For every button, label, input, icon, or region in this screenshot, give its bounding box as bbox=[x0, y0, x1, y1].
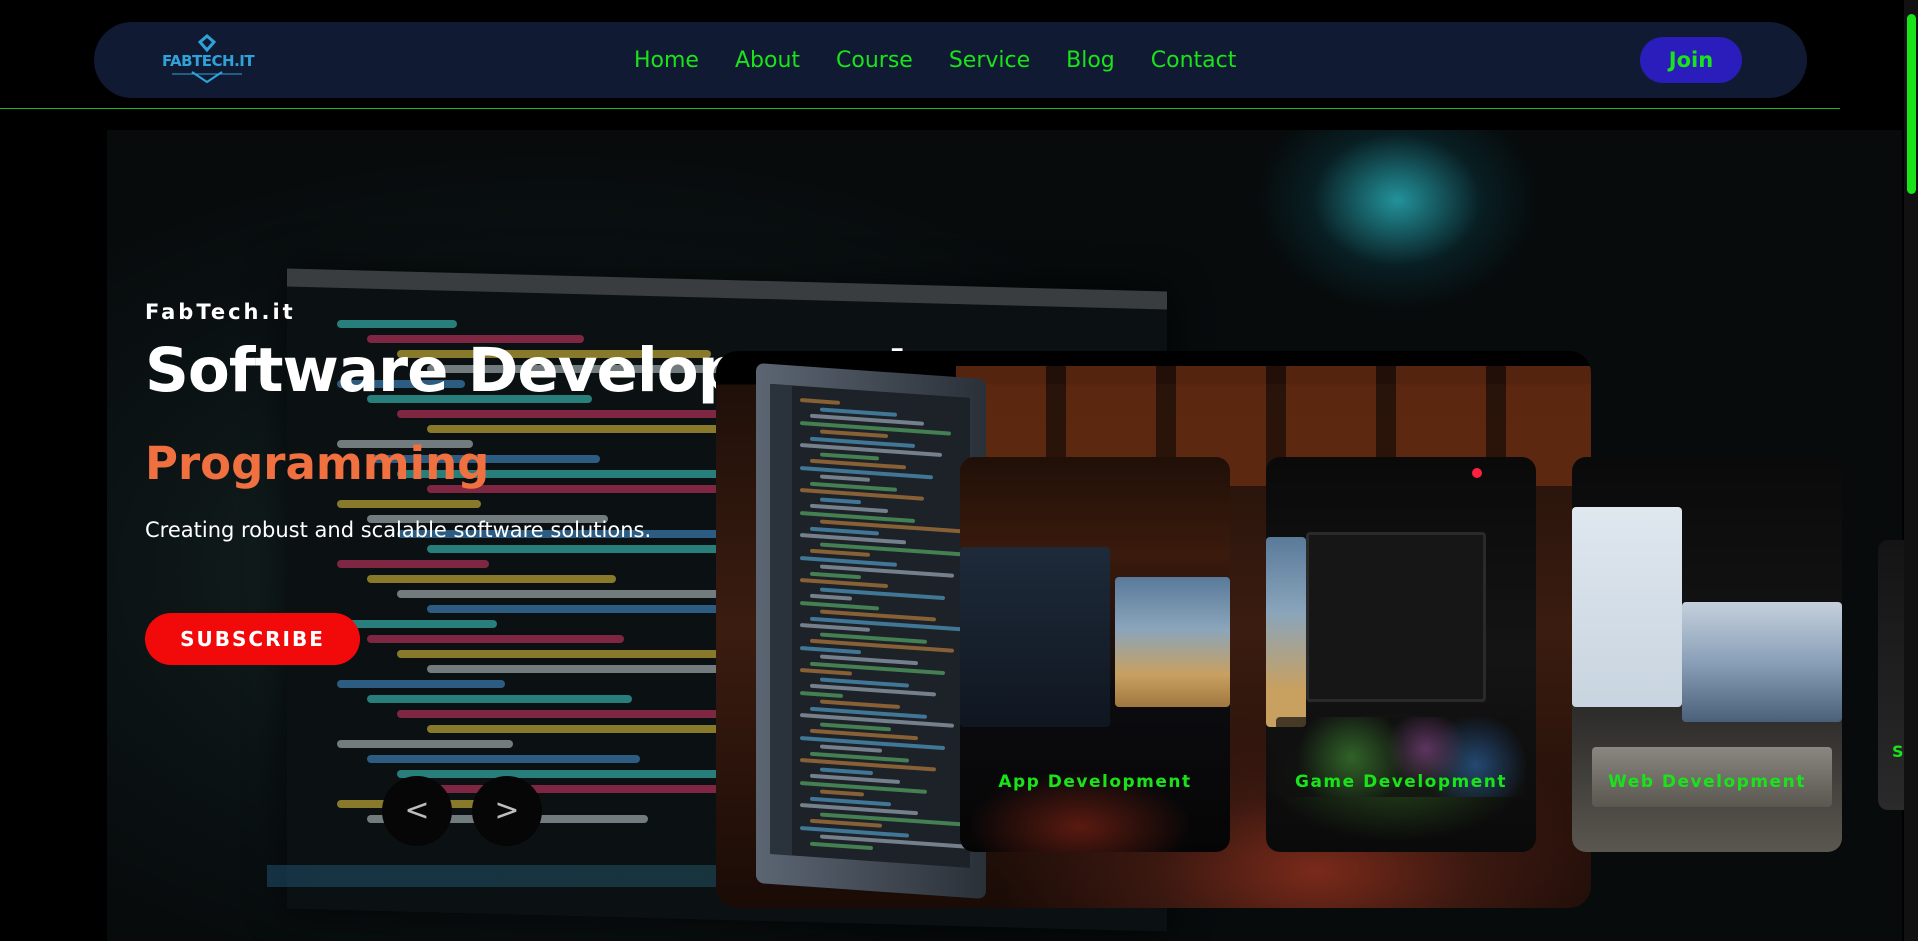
ide-code-texture bbox=[800, 555, 897, 567]
hero-description: Creating robust and scalable software so… bbox=[145, 518, 652, 542]
ide-code-texture bbox=[800, 398, 840, 405]
card-landscape-image bbox=[1682, 602, 1842, 722]
ide-code-texture bbox=[820, 429, 888, 439]
ide-code-texture bbox=[820, 766, 873, 775]
ide-code-texture bbox=[800, 488, 924, 501]
card-label: Game Development bbox=[1295, 772, 1507, 792]
card-monitor-image bbox=[1572, 507, 1682, 707]
nav-link-home[interactable]: Home bbox=[634, 48, 699, 73]
ide-code-texture bbox=[800, 533, 906, 545]
code-line-texture bbox=[397, 410, 719, 418]
code-line-texture bbox=[337, 680, 505, 688]
ide-code-texture bbox=[800, 623, 870, 632]
code-line-texture bbox=[397, 650, 751, 658]
ide-sidebar bbox=[770, 383, 792, 856]
hero-subtitle: Programming bbox=[145, 437, 490, 490]
nav-link-about[interactable]: About bbox=[735, 48, 800, 73]
ide-code-texture bbox=[810, 841, 873, 850]
ide-code-texture bbox=[820, 744, 882, 753]
code-line-texture bbox=[337, 620, 497, 628]
ide-code-texture bbox=[800, 645, 861, 654]
ide-code-texture bbox=[800, 825, 909, 838]
navbar: FABTECH.IT Home About Course Service Blo… bbox=[94, 22, 1807, 98]
slide-card-web-development[interactable]: Web Development bbox=[1572, 457, 1842, 852]
code-line-texture bbox=[367, 575, 616, 583]
nav-link-course[interactable]: Course bbox=[836, 48, 913, 73]
slider-prev-button[interactable]: < bbox=[382, 776, 452, 846]
code-line-texture bbox=[367, 695, 632, 703]
code-line-texture bbox=[337, 500, 481, 508]
ide-code-texture bbox=[820, 474, 870, 482]
ide-code-texture bbox=[810, 593, 852, 601]
nav-link-contact[interactable]: Contact bbox=[1151, 48, 1237, 73]
ide-code-texture bbox=[810, 571, 861, 579]
code-line-texture bbox=[397, 590, 743, 598]
code-line-texture bbox=[397, 710, 759, 718]
slide-card-app-development[interactable]: App Development bbox=[960, 457, 1230, 852]
indicator-dot bbox=[1472, 468, 1482, 478]
peek-card-label: S bbox=[1892, 742, 1904, 761]
join-button[interactable]: Join bbox=[1640, 37, 1742, 83]
slide-card-game-development[interactable]: Game Development bbox=[1266, 457, 1536, 852]
ide-code-texture bbox=[800, 690, 843, 698]
card-landscape-image bbox=[1115, 577, 1230, 707]
card-label: Web Development bbox=[1608, 772, 1806, 792]
ide-code-texture bbox=[800, 578, 888, 589]
ide-code-texture bbox=[820, 789, 864, 797]
nav-divider bbox=[0, 108, 1840, 109]
nav-link-service[interactable]: Service bbox=[949, 48, 1030, 73]
code-line-texture bbox=[337, 740, 513, 748]
nav-link-blog[interactable]: Blog bbox=[1066, 48, 1115, 73]
code-line-texture bbox=[337, 320, 457, 328]
code-line-texture bbox=[397, 770, 767, 778]
ide-code-texture bbox=[810, 818, 882, 828]
ide-code-texture bbox=[820, 496, 861, 504]
card-label: App Development bbox=[998, 772, 1192, 792]
ide-code-texture bbox=[810, 548, 870, 557]
code-line-texture bbox=[337, 560, 489, 568]
ide-code-texture bbox=[800, 510, 915, 523]
card-landscape-image bbox=[1266, 537, 1306, 727]
scrollbar-thumb[interactable] bbox=[1907, 14, 1916, 194]
slider-next-button[interactable]: > bbox=[472, 776, 542, 846]
logo-text: FABTECH.IT bbox=[162, 52, 255, 70]
ide-code-texture bbox=[820, 451, 879, 461]
ide-code-texture bbox=[800, 600, 879, 611]
logo[interactable]: FABTECH.IT bbox=[162, 32, 255, 88]
hero-brand: FabTech.it bbox=[145, 300, 296, 324]
code-line-texture bbox=[367, 635, 624, 643]
code-line-texture bbox=[367, 755, 640, 763]
subscribe-button[interactable]: SUBSCRIBE bbox=[145, 613, 360, 665]
card-monitor-image bbox=[1306, 532, 1486, 702]
monitor-screen bbox=[770, 383, 975, 868]
monitor-image bbox=[756, 362, 986, 900]
ide-code-texture bbox=[800, 668, 852, 676]
nav-links: Home About Course Service Blog Contact bbox=[634, 22, 1236, 98]
card-monitor-image bbox=[960, 547, 1110, 727]
page-scrollbar[interactable] bbox=[1904, 0, 1918, 941]
ide-code-texture bbox=[800, 803, 918, 816]
